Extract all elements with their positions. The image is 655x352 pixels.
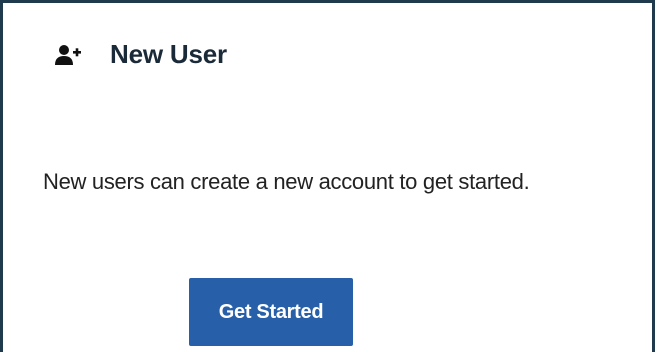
card-description: New users can create a new account to ge… bbox=[43, 169, 530, 194]
get-started-button[interactable]: Get Started bbox=[189, 278, 353, 346]
new-user-card: New User New users can create a new acco… bbox=[0, 0, 655, 352]
user-plus-icon bbox=[55, 44, 81, 66]
card-header: New User bbox=[55, 39, 227, 70]
card-title: New User bbox=[110, 39, 227, 69]
